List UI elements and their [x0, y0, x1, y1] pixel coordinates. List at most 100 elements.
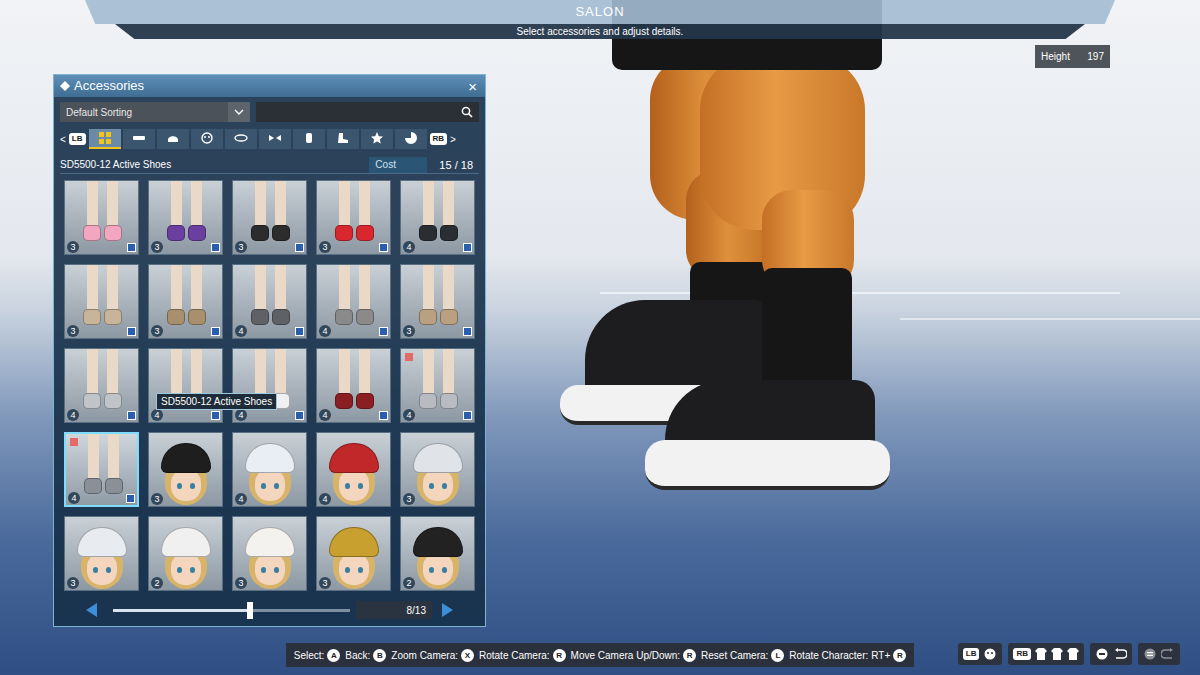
shoe	[419, 225, 437, 241]
shoe	[272, 225, 290, 241]
accessory-item[interactable]: 4	[232, 432, 307, 507]
accessories-panel: Accessories×Default Sorting<LBRB>SD5500-…	[53, 74, 486, 627]
accessory-item[interactable]: 2	[400, 516, 475, 591]
shoe	[188, 309, 206, 325]
shoe	[419, 393, 437, 409]
category-tab[interactable]	[123, 129, 155, 149]
accessory-item[interactable]: 3	[148, 180, 223, 255]
category-tab[interactable]	[225, 129, 257, 149]
control-label: Rotate Camera:	[479, 648, 550, 663]
leg	[87, 265, 98, 315]
leg	[339, 265, 350, 315]
accessory-item[interactable]: 4	[316, 432, 391, 507]
control-label: Move Camera Up/Down:	[571, 648, 680, 663]
eye	[106, 567, 111, 573]
corner-group[interactable]	[1090, 643, 1132, 665]
tooltip-text: SD5500-12 Active Shoes	[161, 394, 272, 409]
category-tab[interactable]	[293, 129, 325, 149]
control-hint: Rotate Character:RT+R	[789, 648, 906, 663]
accessory-item[interactable]: 4	[316, 348, 391, 423]
corner-group[interactable]: RB	[1008, 643, 1084, 665]
accessory-item[interactable]: 3	[148, 432, 223, 507]
shoe	[440, 309, 458, 325]
prev-tab-chevron[interactable]: <	[60, 132, 66, 147]
accessory-item[interactable]: 3	[316, 180, 391, 255]
cost-group: Cost15 / 18	[369, 157, 479, 173]
accessory-item[interactable]: 4	[232, 264, 307, 339]
leg	[171, 265, 182, 315]
page-number: 8/13	[407, 603, 426, 618]
accessory-item[interactable]: 3	[400, 432, 475, 507]
page-slider-track[interactable]	[113, 609, 350, 612]
accessory-item[interactable]: 2	[148, 516, 223, 591]
face	[423, 553, 453, 585]
shoe	[167, 309, 185, 325]
accessory-item[interactable]: 3	[232, 516, 307, 591]
page-left-icon[interactable]	[83, 601, 101, 619]
accessory-item[interactable]: 4	[64, 432, 139, 507]
accessory-item[interactable]: 3	[148, 264, 223, 339]
category-tab[interactable]	[259, 129, 291, 149]
item-cost: 4	[67, 409, 79, 421]
panel-diamond-icon	[60, 81, 70, 91]
chevron-down-icon	[228, 102, 250, 122]
corner-group[interactable]	[1138, 643, 1180, 665]
category-tab[interactable]	[327, 129, 359, 149]
next-tab-chevron[interactable]: >	[450, 132, 456, 147]
hat	[329, 527, 379, 557]
corner-group[interactable]: LB	[958, 643, 1003, 665]
corner-key: LB	[963, 648, 980, 660]
hat	[413, 527, 463, 557]
category-tab[interactable]	[157, 129, 189, 149]
item-cost: 3	[403, 325, 415, 337]
shoe	[167, 225, 185, 241]
hud: SALONSelect accessories and adjust detai…	[0, 0, 1200, 675]
page-slider-thumb[interactable]	[247, 602, 253, 619]
accessory-item[interactable]: 3	[64, 516, 139, 591]
item-cost: 3	[403, 493, 415, 505]
control-hint: Rotate Camera:R	[479, 648, 566, 663]
category-tab[interactable]	[89, 129, 121, 149]
accessory-item[interactable]: 4	[64, 348, 139, 423]
search-field[interactable]	[256, 102, 479, 122]
accessory-item[interactable]: 3	[316, 516, 391, 591]
eye	[261, 483, 266, 489]
leg	[339, 181, 350, 231]
control-key: R	[893, 649, 906, 662]
bar-icon	[132, 131, 146, 145]
leg	[359, 265, 370, 315]
eye	[177, 483, 182, 489]
floor-line	[900, 318, 1200, 320]
category-tab[interactable]	[395, 129, 427, 149]
accessory-item[interactable]: 4	[400, 348, 475, 423]
accessory-item[interactable]: 3	[232, 180, 307, 255]
cost-value: 15 / 18	[427, 157, 479, 173]
face	[87, 553, 117, 585]
panel-title: Accessories	[74, 76, 144, 96]
panel-body: Default Sorting<LBRB>SD5500-12 Active Sh…	[54, 97, 485, 619]
accessory-item[interactable]: 4	[148, 348, 223, 423]
page-right-icon[interactable]	[438, 601, 456, 619]
title-band: SALON	[85, 0, 1115, 24]
accessory-item[interactable]: 4	[232, 348, 307, 423]
height-box: Height197	[1035, 45, 1110, 68]
close-button[interactable]: ×	[466, 79, 479, 94]
shoe	[335, 309, 353, 325]
category-tab[interactable]	[361, 129, 393, 149]
accessory-item[interactable]: 4	[400, 180, 475, 255]
sort-dropdown[interactable]: Default Sorting	[60, 102, 250, 122]
accessory-item[interactable]: 3	[64, 180, 139, 255]
shoe	[440, 393, 458, 409]
accessory-item[interactable]: 3	[400, 264, 475, 339]
accessory-item[interactable]: 3	[64, 264, 139, 339]
category-tab[interactable]	[191, 129, 223, 149]
leg	[107, 181, 118, 231]
accessory-item[interactable]: 4	[316, 264, 391, 339]
clothing-icon	[1051, 647, 1063, 661]
eye	[358, 483, 363, 489]
leg	[191, 349, 202, 399]
tab-list	[89, 129, 427, 149]
shoe	[272, 309, 290, 325]
magnifier-icon	[461, 106, 473, 118]
item-cost: 3	[67, 577, 79, 589]
